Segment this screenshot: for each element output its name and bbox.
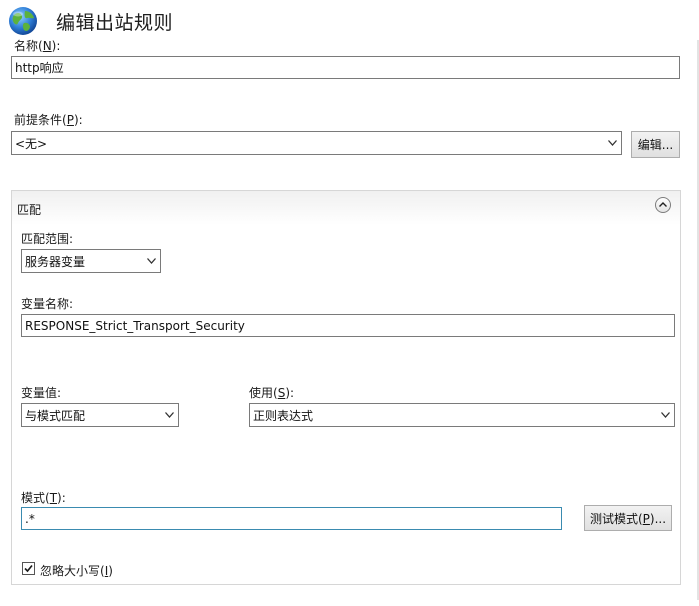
- match-scope-select[interactable]: 服务器变量: [21, 249, 161, 273]
- window-title: 编辑出站规则: [56, 12, 174, 34]
- test-pattern-button[interactable]: 测试模式(P)...: [584, 505, 672, 531]
- chevron-down-icon: [147, 258, 156, 264]
- variable-name-label: 变量名称:: [21, 297, 74, 311]
- using-label: 使用(S):: [249, 386, 295, 400]
- variable-value-select[interactable]: 与模式匹配: [21, 403, 179, 427]
- match-scope-label: 匹配范围:: [21, 232, 74, 246]
- match-section-title: 匹配: [17, 203, 42, 217]
- ignore-case-label: 忽略大小写(I): [40, 564, 113, 578]
- edit-precondition-button[interactable]: 编辑...: [631, 131, 680, 158]
- checkmark-icon: [24, 564, 33, 573]
- using-select[interactable]: 正则表达式: [249, 403, 675, 427]
- pattern-label: 模式(T):: [21, 491, 66, 505]
- chevron-down-icon: [608, 140, 617, 146]
- match-section-header: 匹配: [12, 191, 680, 225]
- precondition-label: 前提条件(P):: [14, 113, 83, 127]
- precondition-selected: <无>: [15, 136, 48, 151]
- title-bar: 编辑出站规则: [0, 0, 699, 38]
- chevron-down-icon: [661, 412, 670, 418]
- precondition-select[interactable]: <无>: [11, 131, 622, 155]
- variable-value-label: 变量值:: [21, 386, 62, 400]
- chevron-up-icon: [659, 202, 667, 207]
- variable-name-input[interactable]: [21, 314, 675, 337]
- chevron-down-icon: [165, 412, 174, 418]
- name-label: 名称(N):: [14, 39, 61, 53]
- globe-icon: [7, 5, 39, 37]
- name-input[interactable]: [11, 56, 680, 79]
- collapse-section-button[interactable]: [655, 197, 671, 213]
- ignore-case-checkbox[interactable]: [22, 562, 35, 575]
- pattern-input[interactable]: [21, 507, 562, 530]
